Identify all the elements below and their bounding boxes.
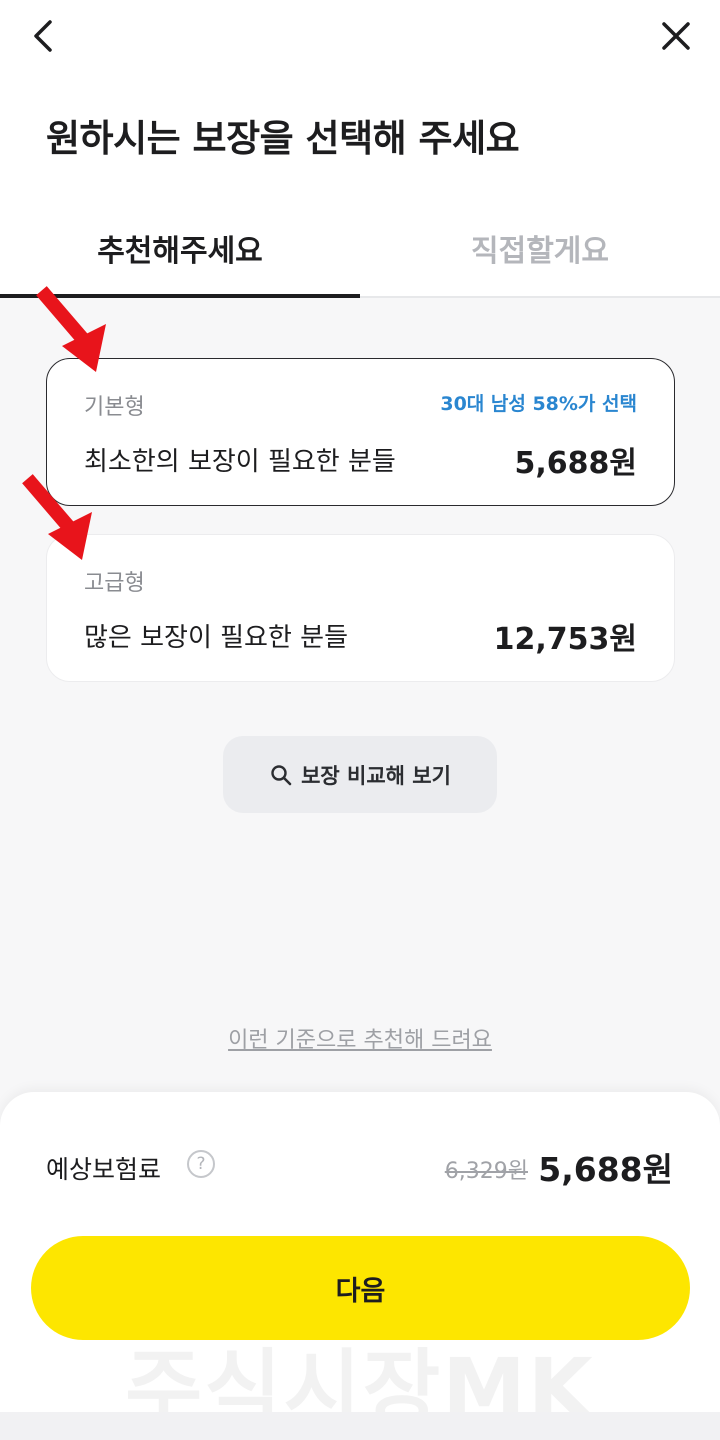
chevron-left-icon xyxy=(34,20,52,52)
recommendation-criteria-link[interactable]: 이런 기준으로 추천해 드려요 xyxy=(0,1022,720,1054)
search-icon xyxy=(271,764,292,785)
help-icon[interactable]: ? xyxy=(187,1150,215,1178)
red-arrow-annotation xyxy=(36,286,106,372)
compare-button-label: 보장 비교해 보기 xyxy=(301,763,451,788)
page-title: 원하시는 보장을 선택해 주세요 xyxy=(46,117,520,160)
estimated-premium-label: 예상보험료 xyxy=(46,1155,162,1184)
plan-card-premium[interactable]: 고급형 많은 보장이 필요한 분들 12,753원 xyxy=(46,534,675,682)
tab-direct[interactable]: 직접할게요 xyxy=(360,226,720,270)
tab-recommend[interactable]: 추천해주세요 xyxy=(0,226,360,270)
compare-coverage-button[interactable]: 보장 비교해 보기 xyxy=(223,736,497,813)
plan-price: 12,753원 xyxy=(493,622,637,657)
system-nav-bar xyxy=(0,1412,720,1440)
plan-price: 5,688원 xyxy=(514,446,638,481)
plan-card-basic[interactable]: 기본형 30대 남성 58%가 선택 최소한의 보장이 필요한 분들 5,688… xyxy=(46,358,675,506)
popularity-badge: 30대 남성 58%가 선택 xyxy=(440,393,637,415)
red-arrow-annotation xyxy=(22,474,92,560)
original-price: 6,329원 xyxy=(444,1159,528,1184)
top-area: 원하시는 보장을 선택해 주세요 추천해주세요 직접할게요 xyxy=(0,0,720,298)
plan-description: 많은 보장이 필요한 분들 xyxy=(84,623,348,653)
plan-description: 최소한의 보장이 필요한 분들 xyxy=(84,447,396,477)
final-price: 5,688원 xyxy=(538,1150,673,1189)
back-button[interactable] xyxy=(26,14,66,58)
next-button-label: 다음 xyxy=(335,1275,386,1307)
close-button[interactable] xyxy=(654,14,698,58)
close-icon xyxy=(662,22,690,50)
plan-type-label: 기본형 xyxy=(84,395,145,420)
